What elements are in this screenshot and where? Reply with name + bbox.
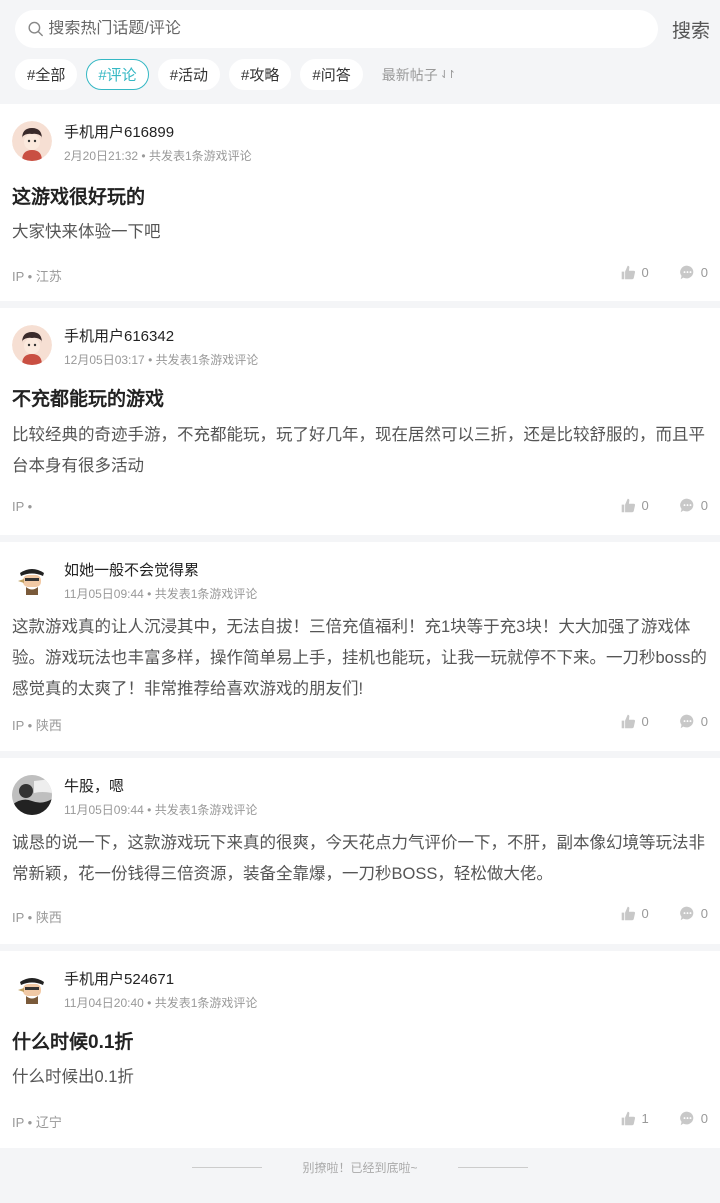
post-meta: 11月05日09:44 • 共发表1条游戏评论: [64, 803, 258, 817]
post-actions: 0 0: [620, 713, 708, 730]
search-icon: [28, 21, 43, 37]
user-name[interactable]: 手机用户616342: [64, 325, 174, 346]
tag-qa[interactable]: #问答: [300, 59, 363, 90]
tag-all[interactable]: #全部: [15, 59, 78, 90]
search-box[interactable]: [15, 10, 658, 48]
comment-icon: [679, 714, 694, 729]
post-count: 共发表1条游戏评论: [155, 353, 259, 367]
post-card[interactable]: 手机用户616342 12月05日03:17 • 共发表1条游戏评论 不充都能玩…: [0, 308, 720, 535]
post-date: 11月04日20:40: [64, 996, 144, 1010]
footer-divider-right: [458, 1167, 528, 1168]
comment-button[interactable]: 0: [679, 713, 708, 730]
end-of-list-footer: 别撩啦！已经到底啦~: [0, 1148, 720, 1188]
post-count: 共发表1条游戏评论: [154, 587, 258, 601]
post-meta: 11月04日20:40 • 共发表1条游戏评论: [64, 996, 258, 1010]
post-meta: 2月20日21:32 • 共发表1条游戏评论: [64, 149, 252, 163]
comment-count: 0: [700, 1111, 708, 1126]
end-of-list-text: 别撩啦！已经到底啦~: [302, 1161, 418, 1175]
post-date: 11月05日09:44: [64, 803, 144, 817]
thumbs-up-icon: [621, 906, 635, 921]
ip-location: IP • 陕西: [12, 718, 62, 733]
like-count: 0: [641, 906, 649, 921]
search-row: 搜索: [15, 10, 710, 48]
post-actions: 0 0: [620, 264, 708, 281]
user-name[interactable]: 牛股，嗯: [64, 775, 124, 796]
avatar[interactable]: [12, 775, 52, 815]
sort-arrows-icon: ⇃↾: [439, 69, 457, 81]
comment-icon: [679, 906, 694, 921]
post-title: 不充都能玩的游戏: [12, 389, 165, 410]
post-content: 什么时候出0.1折: [12, 1068, 134, 1086]
like-button[interactable]: 1: [620, 1110, 649, 1127]
post-meta: 12月05日03:17 • 共发表1条游戏评论: [64, 353, 259, 367]
thumbs-up-icon: [621, 265, 635, 280]
like-count: 0: [641, 265, 649, 280]
sort-label: 最新帖子: [381, 66, 438, 83]
like-count: 0: [641, 498, 649, 513]
comment-icon: [679, 1111, 694, 1126]
post-count: 共发表1条游戏评论: [154, 803, 258, 817]
post-date: 2月20日21:32: [64, 149, 139, 163]
post-content: 大家快来体验一下吧: [12, 223, 161, 241]
comment-button[interactable]: 0: [679, 905, 708, 922]
comment-button[interactable]: 0: [679, 497, 708, 514]
post-card[interactable]: 手机用户524671 11月04日20:40 • 共发表1条游戏评论 什么时候0…: [0, 951, 720, 1148]
comment-count: 0: [700, 498, 708, 513]
comment-button[interactable]: 0: [679, 264, 708, 281]
ip-location: IP • 江苏: [12, 269, 62, 284]
tag-guide[interactable]: #攻略: [229, 59, 292, 90]
avatar[interactable]: [12, 968, 52, 1008]
post-actions: 1 0: [620, 1110, 708, 1127]
sort-selector[interactable]: 最新帖子 ⇃↾: [381, 65, 457, 85]
like-button[interactable]: 0: [620, 905, 649, 922]
tag-review[interactable]: #评论: [86, 59, 149, 90]
ip-location: IP • 辽宁: [12, 1115, 62, 1130]
like-button[interactable]: 0: [620, 713, 649, 730]
avatar[interactable]: [12, 121, 52, 161]
avatar[interactable]: [12, 559, 52, 599]
post-actions: 0 0: [620, 497, 708, 514]
post-count: 共发表1条游戏评论: [148, 149, 252, 163]
avatar[interactable]: [12, 325, 52, 365]
thumbs-up-icon: [621, 714, 635, 729]
comment-button[interactable]: 0: [679, 1110, 708, 1127]
like-button[interactable]: 0: [620, 264, 649, 281]
post-title: 什么时候0.1折: [12, 1032, 134, 1053]
post-content: 比较经典的奇迹手游，不充都能玩，玩了好几年，现在居然可以三折，还是比较舒服的，而…: [12, 426, 705, 475]
footer-divider-left: [192, 1167, 262, 1168]
thumbs-up-icon: [621, 498, 635, 513]
post-meta: 11月05日09:44 • 共发表1条游戏评论: [64, 587, 258, 601]
ip-location: IP •: [12, 499, 33, 514]
like-count: 1: [641, 1111, 649, 1126]
like-button[interactable]: 0: [620, 497, 649, 514]
post-count: 共发表1条游戏评论: [154, 996, 258, 1010]
comment-count: 0: [700, 714, 708, 729]
user-name[interactable]: 手机用户524671: [64, 968, 174, 989]
post-card[interactable]: 牛股，嗯 11月05日09:44 • 共发表1条游戏评论 诚恳的说一下，这款游戏…: [0, 758, 720, 944]
post-date: 12月05日03:17: [64, 353, 145, 367]
like-count: 0: [641, 714, 649, 729]
user-name[interactable]: 如她一般不会觉得累: [64, 559, 199, 580]
search-input[interactable]: [48, 20, 658, 38]
post-card[interactable]: 手机用户616899 2月20日21:32 • 共发表1条游戏评论 这游戏很好玩…: [0, 104, 720, 301]
search-button[interactable]: 搜索: [670, 16, 710, 43]
comment-count: 0: [700, 265, 708, 280]
tag-filter-bar: #全部 #评论 #活动 #攻略 #问答 最新帖子 ⇃↾: [15, 59, 457, 90]
comment-count: 0: [700, 906, 708, 921]
post-content: 这款游戏真的让人沉浸其中，无法自拔！三倍充值福利！充1块等于充3块！大大加强了游…: [12, 618, 707, 698]
ip-location: IP • 陕西: [12, 910, 62, 925]
comment-icon: [679, 265, 694, 280]
comment-icon: [679, 498, 694, 513]
post-title: 这游戏很好玩的: [12, 187, 146, 208]
post-actions: 0 0: [620, 905, 708, 922]
top-bar: 搜索 #全部 #评论 #活动 #攻略 #问答 最新帖子 ⇃↾: [0, 0, 720, 104]
tag-activity[interactable]: #活动: [157, 59, 221, 90]
post-date: 11月05日09:44: [64, 587, 144, 601]
post-card[interactable]: 如她一般不会觉得累 11月05日09:44 • 共发表1条游戏评论 这款游戏真的…: [0, 542, 720, 751]
user-name[interactable]: 手机用户616899: [64, 121, 174, 142]
thumbs-up-icon: [621, 1111, 635, 1126]
post-content: 诚恳的说一下，这款游戏玩下来真的很爽，今天花点力气评价一下，不肝，副本像幻境等玩…: [12, 834, 705, 883]
